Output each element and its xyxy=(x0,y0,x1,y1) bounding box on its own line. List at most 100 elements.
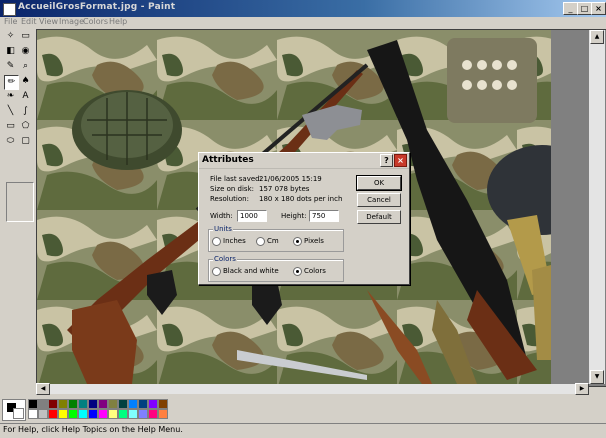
colors-group-title: Colors xyxy=(213,255,237,263)
eraser-tool-button[interactable]: ◧ xyxy=(4,45,17,58)
fill-tool-button[interactable]: ◉ xyxy=(19,45,32,58)
title-bar[interactable]: AccueilGrosFormat.jpg - Paint _ □ × xyxy=(0,0,606,17)
palette-swatch[interactable] xyxy=(58,399,68,409)
palette-swatch[interactable] xyxy=(158,409,168,419)
magnifier-icon: ⌕ xyxy=(22,61,29,71)
palette-swatch[interactable] xyxy=(118,409,128,419)
brush-icon: ♠ xyxy=(21,76,30,86)
palette-swatch[interactable] xyxy=(108,399,118,409)
line-tool-button[interactable]: ╲ xyxy=(4,105,17,118)
dialog-title-bar[interactable]: Attributes ? × xyxy=(199,153,409,169)
menu-help[interactable]: Help xyxy=(109,17,127,26)
scroll-down-button[interactable]: ▼ xyxy=(590,370,604,384)
pencil-tool-button[interactable]: ✏ xyxy=(4,75,19,90)
palette-swatch[interactable] xyxy=(28,409,38,419)
line-icon: ╲ xyxy=(7,106,14,116)
units-pixels-radio[interactable] xyxy=(293,237,302,246)
palette-swatch[interactable] xyxy=(88,399,98,409)
vertical-scrollbar[interactable]: ▲ ▼ xyxy=(589,30,605,384)
magnifier-tool-button[interactable]: ⌕ xyxy=(19,60,32,73)
horizontal-scrollbar[interactable]: ◀ ▶ xyxy=(36,383,589,395)
help-button[interactable]: ? xyxy=(380,154,393,167)
palette-swatch[interactable] xyxy=(138,409,148,419)
palette-swatch[interactable] xyxy=(78,409,88,419)
black-and-white-label: Black and white xyxy=(223,267,279,275)
rounded-rectangle-icon: ▢ xyxy=(21,136,30,146)
rectangle-tool-button[interactable]: ▭ xyxy=(4,120,17,133)
airbrush-tool-button[interactable]: ❧ xyxy=(4,90,17,103)
palette-swatch[interactable] xyxy=(78,399,88,409)
tool-box: ✧ ▭ ◧ ◉ ✎ ⌕ ✏ ♠ ❧ A ╲ ∫ ▭ ⬠ ⬭ ▢ xyxy=(2,30,35,222)
dialog-close-button[interactable]: × xyxy=(394,154,407,167)
black-and-white-radio[interactable] xyxy=(212,267,221,276)
paint-app-icon[interactable] xyxy=(3,3,16,16)
text-tool-button[interactable]: A xyxy=(19,90,32,103)
ellipse-tool-button[interactable]: ⬭ xyxy=(4,135,17,148)
menu-bar: File Edit View Image Colors Help xyxy=(0,17,606,28)
menu-view[interactable]: View xyxy=(39,17,58,26)
width-input[interactable]: 1000 xyxy=(237,210,267,222)
default-button[interactable]: Default xyxy=(357,210,401,224)
free-form-select-tool-button[interactable]: ✧ xyxy=(4,30,17,43)
menu-edit[interactable]: Edit xyxy=(21,17,37,26)
menu-image[interactable]: Image xyxy=(59,17,84,26)
file-last-saved-value: 21/06/2005 15:19 xyxy=(259,175,322,183)
rectangle-icon: ▭ xyxy=(6,121,15,131)
palette-swatch[interactable] xyxy=(158,399,168,409)
palette-swatch[interactable] xyxy=(48,399,58,409)
curve-tool-button[interactable]: ∫ xyxy=(19,105,32,118)
palette-swatch[interactable] xyxy=(88,409,98,419)
palette-swatch[interactable] xyxy=(68,399,78,409)
curve-icon: ∫ xyxy=(23,106,28,116)
palette-swatch[interactable] xyxy=(98,409,108,419)
palette-swatch[interactable] xyxy=(38,409,48,419)
units-cm-radio[interactable] xyxy=(256,237,265,246)
resolution-value: 180 x 180 dots per inch xyxy=(259,195,343,203)
pick-color-tool-button[interactable]: ✎ xyxy=(4,60,17,73)
units-inches-label: Inches xyxy=(223,237,246,245)
brush-tool-button[interactable]: ♠ xyxy=(19,75,32,88)
units-group: Units Inches Cm Pixels xyxy=(208,225,344,252)
colors-radio[interactable] xyxy=(293,267,302,276)
window-title: AccueilGrosFormat.jpg - Paint xyxy=(18,2,176,12)
maximize-button[interactable]: □ xyxy=(577,2,592,15)
select-tool-button[interactable]: ▭ xyxy=(19,30,32,43)
palette-swatch[interactable] xyxy=(138,399,148,409)
polygon-tool-button[interactable]: ⬠ xyxy=(19,120,32,133)
height-label: Height: xyxy=(281,212,307,220)
scroll-left-button[interactable]: ◀ xyxy=(36,383,50,395)
palette-swatch[interactable] xyxy=(148,409,158,419)
attributes-dialog: Attributes ? × File last saved: 21/06/20… xyxy=(198,152,410,285)
scroll-up-button[interactable]: ▲ xyxy=(590,30,604,44)
palette-swatch[interactable] xyxy=(48,409,58,419)
palette-swatch[interactable] xyxy=(148,399,158,409)
palette-swatch[interactable] xyxy=(58,409,68,419)
menu-colors[interactable]: Colors xyxy=(83,17,108,26)
colors-group: Colors Black and white Colors xyxy=(208,255,344,282)
airbrush-icon: ❧ xyxy=(6,91,15,101)
palette-swatch[interactable] xyxy=(68,409,78,419)
palette-swatch[interactable] xyxy=(108,409,118,419)
dialog-title: Attributes xyxy=(202,155,254,165)
ok-button[interactable]: OK xyxy=(356,175,402,191)
tool-options-box[interactable] xyxy=(6,182,34,222)
scroll-right-button[interactable]: ▶ xyxy=(575,383,589,395)
cancel-button[interactable]: Cancel xyxy=(357,193,401,207)
minimize-button[interactable]: _ xyxy=(563,2,578,15)
palette-swatch[interactable] xyxy=(28,399,38,409)
ellipse-icon: ⬭ xyxy=(6,136,15,146)
text-icon: A xyxy=(22,91,29,101)
menu-file[interactable]: File xyxy=(4,17,17,26)
units-cm-label: Cm xyxy=(267,237,279,245)
palette-swatch[interactable] xyxy=(98,399,108,409)
palette-swatch[interactable] xyxy=(38,399,48,409)
file-last-saved-label: File last saved: xyxy=(210,175,262,183)
height-input[interactable]: 750 xyxy=(309,210,339,222)
palette-swatch[interactable] xyxy=(128,409,138,419)
palette-swatch[interactable] xyxy=(128,399,138,409)
units-inches-radio[interactable] xyxy=(212,237,221,246)
palette-swatch[interactable] xyxy=(118,399,128,409)
size-on-disk-value: 157 078 bytes xyxy=(259,185,310,193)
close-button[interactable]: × xyxy=(591,2,606,15)
rounded-rectangle-tool-button[interactable]: ▢ xyxy=(19,135,32,148)
